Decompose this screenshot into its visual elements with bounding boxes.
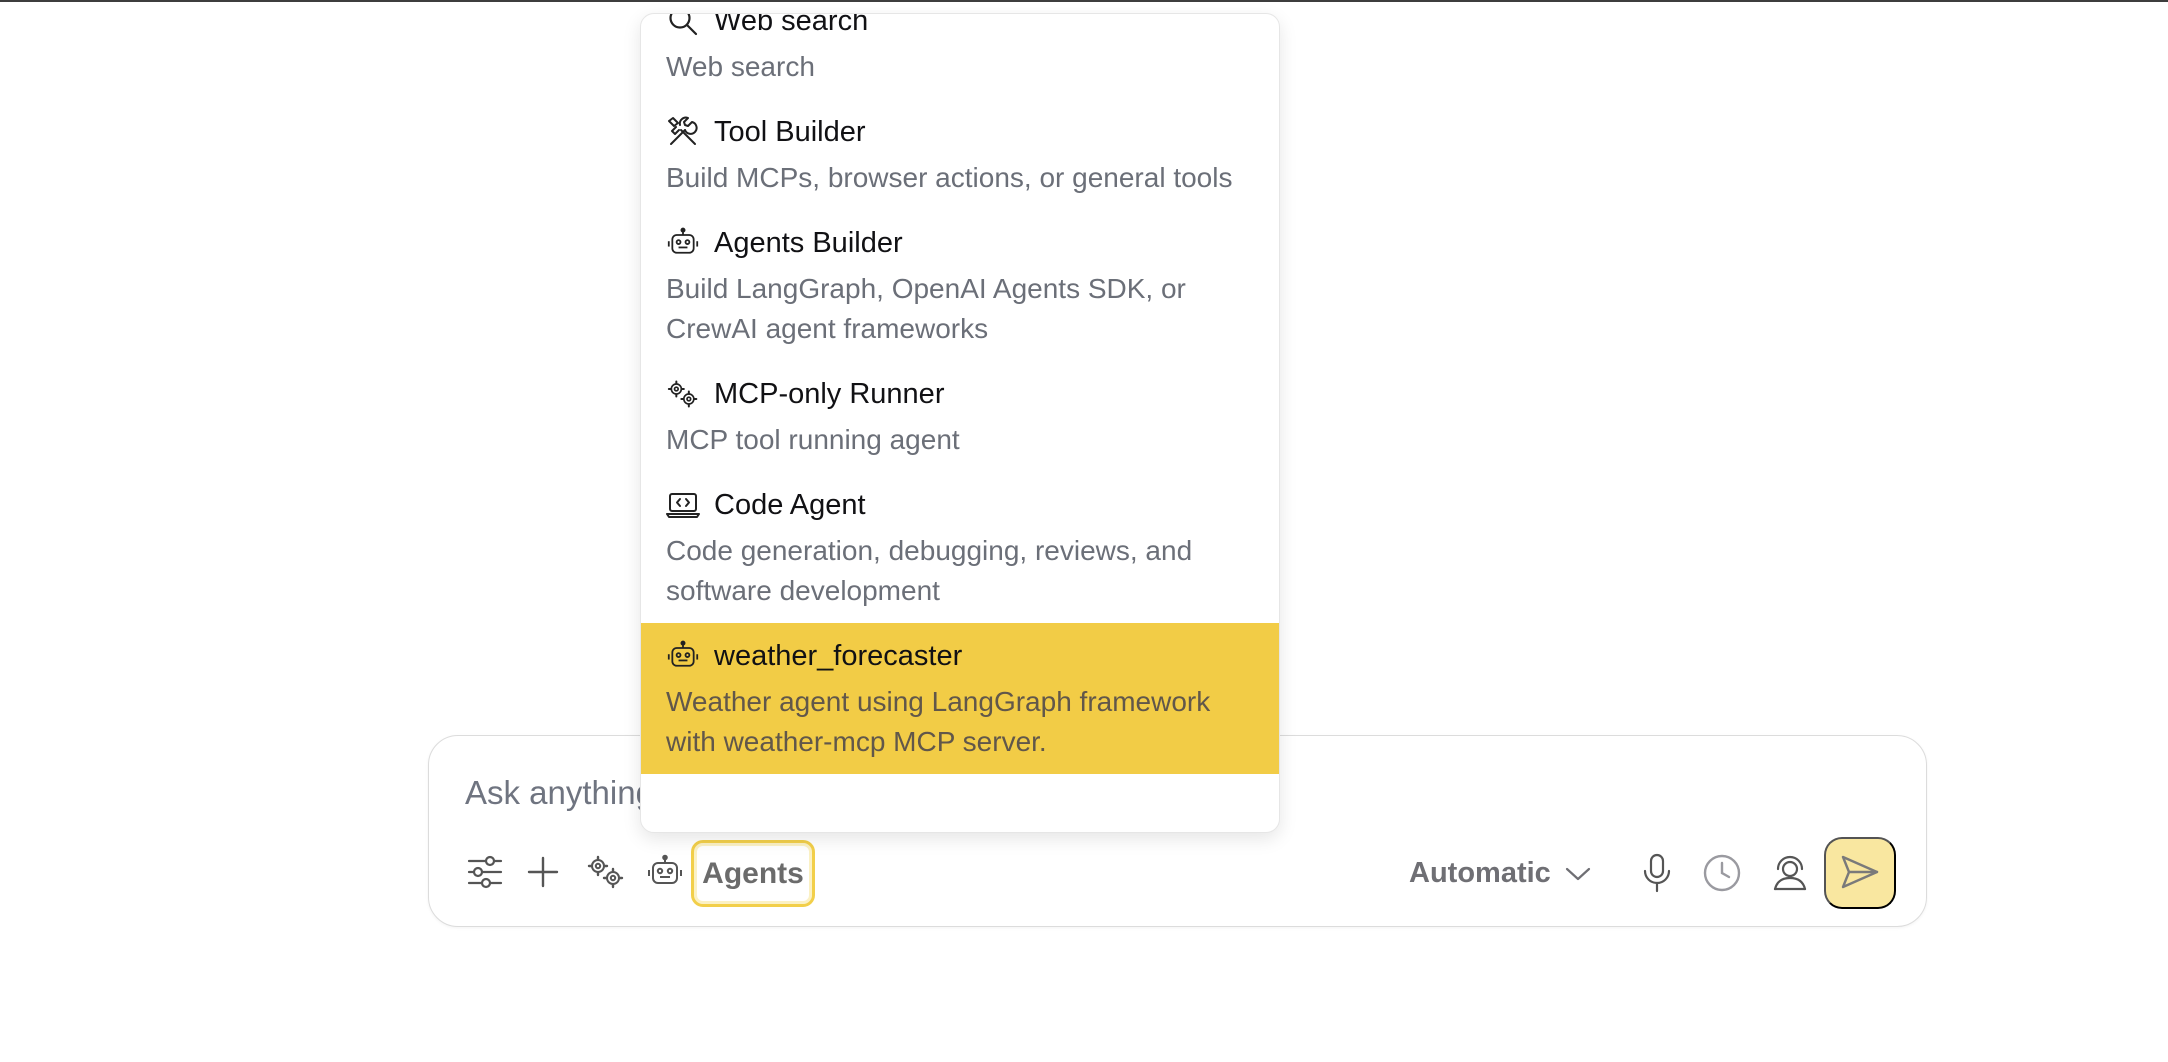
menu-item-description: Build LangGraph, OpenAI Agents SDK, or C… xyxy=(666,273,1186,344)
menu-item-title: Code Agent xyxy=(714,488,866,521)
plus-icon[interactable] xyxy=(523,852,563,892)
menu-item-description: Build MCPs, browser actions, or general … xyxy=(666,162,1233,193)
menu-item-title: Web search xyxy=(714,13,869,37)
menu-item-description: Weather agent using LangGraph framework … xyxy=(666,686,1211,757)
menu-item-mcp-only-runner[interactable]: MCP-only Runner MCP tool running agent xyxy=(641,361,1279,472)
agents-button[interactable]: Agents xyxy=(691,840,815,907)
voice-agent-icon[interactable] xyxy=(1767,850,1813,896)
menu-item-tool-builder[interactable]: Tool Builder Build MCPs, browser actions… xyxy=(641,99,1279,210)
menu-item-agents-builder[interactable]: Agents Builder Build LangGraph, OpenAI A… xyxy=(641,210,1279,361)
robot-icon[interactable] xyxy=(645,852,685,892)
robot-icon xyxy=(666,226,700,260)
menu-item-description: MCP tool running agent xyxy=(666,424,960,455)
menu-item-description: Web search xyxy=(666,51,815,82)
clock-icon[interactable] xyxy=(1699,850,1745,896)
robot-icon xyxy=(666,639,700,673)
menu-item-title: weather_forecaster xyxy=(714,639,963,672)
model-select[interactable]: Automatic xyxy=(1409,848,1591,898)
send-button[interactable] xyxy=(1824,837,1896,909)
gears-icon xyxy=(666,377,700,411)
send-icon xyxy=(1840,854,1880,893)
laptop-code-icon xyxy=(666,488,700,522)
tools-icon xyxy=(666,115,700,149)
menu-item-title: MCP-only Runner xyxy=(714,377,945,410)
top-border xyxy=(0,0,2168,2)
menu-item-weather-forecaster[interactable]: weather_forecaster Weather agent using L… xyxy=(641,623,1279,774)
microphone-icon[interactable] xyxy=(1635,850,1679,896)
gears-icon[interactable] xyxy=(585,852,627,892)
menu-item-title: Agents Builder xyxy=(714,226,903,259)
menu-item-description: Code generation, debugging, reviews, and… xyxy=(666,535,1193,606)
agent-menu: Web search Web search Tool Builder Build… xyxy=(640,13,1280,833)
menu-item-title: Tool Builder xyxy=(714,115,866,148)
menu-item-web-search[interactable]: Web search Web search xyxy=(641,13,1279,99)
chevron-down-icon xyxy=(1565,857,1591,890)
menu-item-code-agent[interactable]: Code Agent Code generation, debugging, r… xyxy=(641,472,1279,623)
model-select-label: Automatic xyxy=(1409,856,1551,889)
search-icon xyxy=(666,14,700,38)
sliders-icon[interactable] xyxy=(465,852,505,892)
